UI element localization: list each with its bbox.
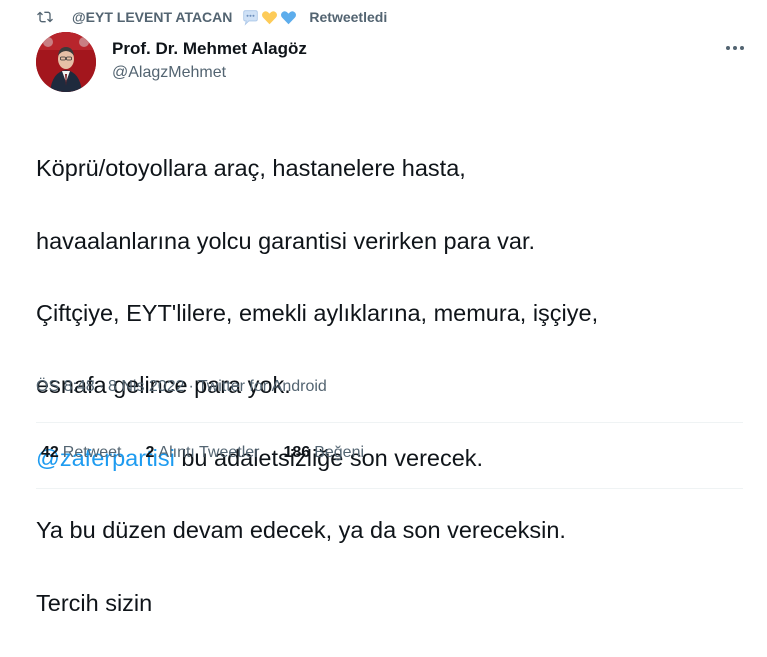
likes-label: Beğeni (314, 444, 365, 461)
tweet-line: Çiftçiye, EYT'lilere, emekli aylıklarına… (36, 300, 599, 327)
divider (36, 488, 743, 489)
retweeted-label: Retweetledi (309, 9, 388, 25)
tweet-header: Prof. Dr. Mehmet Alagöz @AlagzMehmet (36, 32, 747, 94)
retweeter-emojis (242, 9, 297, 26)
likes-stat[interactable]: 186 Beğeni (284, 444, 365, 462)
retweet-context: @EYT LEVENT ATACAN Retweetledi (34, 6, 387, 28)
author-handle[interactable]: @AlagzMehmet (112, 64, 226, 82)
author-name[interactable]: Prof. Dr. Mehmet Alagöz (112, 39, 307, 59)
tweet-stats: 42 Retweet 2 Alıntı Tweetler 186 Beğeni (41, 444, 364, 462)
tweet-line: Köprü/otoyollara araç, hastanelere hasta… (36, 155, 466, 182)
more-options-icon[interactable] (723, 38, 747, 58)
retweets-count: 42 (41, 444, 59, 461)
avatar[interactable] (36, 32, 96, 92)
divider (36, 422, 743, 423)
tweet-time[interactable]: ÖS 8:48 (36, 378, 95, 396)
retweet-icon (34, 8, 56, 26)
likes-count: 186 (283, 444, 311, 461)
meta-separator: · (188, 378, 194, 395)
tweet-meta: ÖS 8:48 · 8 Nis 2022 · Twitter for Andro… (36, 378, 327, 396)
speech-bubble-icon (243, 9, 259, 26)
quotes-count: 2 (145, 444, 155, 461)
avatar-image (36, 32, 96, 92)
retweets-label: Retweet (62, 444, 122, 461)
retweets-stat[interactable]: 42 Retweet (41, 444, 122, 462)
yellow-heart-icon (262, 10, 278, 24)
quote-tweets-stat[interactable]: 2 Alıntı Tweetler (146, 444, 260, 462)
tweet-line: Tercih sizin (36, 589, 153, 616)
tweet-date[interactable]: 8 Nis 2022 (108, 378, 185, 396)
quotes-label: Alıntı Tweetler (158, 444, 260, 461)
tweet-source[interactable]: Twitter for Android (198, 378, 327, 396)
meta-separator: · (98, 378, 105, 395)
blue-heart-icon (281, 10, 297, 24)
retweeter-name[interactable]: @EYT LEVENT ATACAN (72, 9, 232, 25)
tweet-line: havaalanlarına yolcu garantisi verirken … (36, 227, 535, 254)
tweet-line: Ya bu düzen devam edecek, ya da son vere… (36, 517, 566, 544)
